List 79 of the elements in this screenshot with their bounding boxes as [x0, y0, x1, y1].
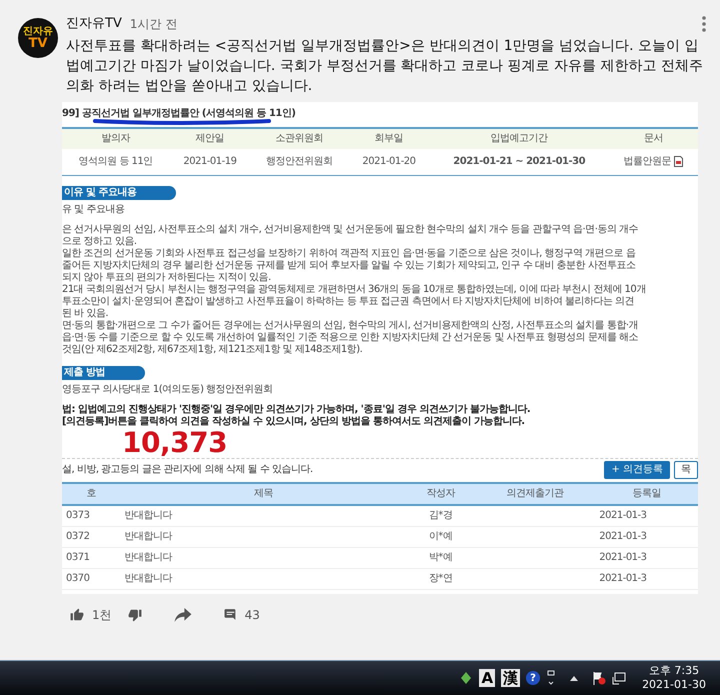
table-cell: 반대합니다 — [120, 504, 407, 526]
table-cell: 박*예 — [406, 547, 474, 568]
table-cell: 0373 — [62, 504, 120, 526]
thumbs-up-icon[interactable] — [70, 608, 84, 622]
table-cell: 2021-01-20 — [348, 148, 430, 176]
ime-mode-key[interactable]: A — [479, 669, 496, 687]
body-text-line: 으로 정하고 있음. — [62, 236, 138, 248]
body-text-line: 은 선거사무원의 선임, 사전투표소의 설치 개수, 선거비용제한액 및 선거운동에 필요한 현수막의 설치 개수 등을 관할구역 읍·면·동의 개수 — [62, 224, 640, 236]
instruction-text: [의견등록]버튼을 클릭하여 의견을 작성하실 수 있으시며, 상단의 방법을 통하여서도 의견제출이 가능합니다. — [62, 416, 526, 428]
column-header: 회부일 — [348, 128, 430, 148]
document-link[interactable]: 법률안원문 — [624, 156, 672, 167]
action-center-flag-icon[interactable] — [592, 671, 606, 685]
column-header: 발의자 — [62, 128, 170, 148]
body-text-line: 일한 조건의 선거운동 기회와 사전투표 접근성을 보장하기 위하여 객관적 지표인 읍·면·동을 기준으로 삼은 것이나, 행정구역 개편으로 읍 — [62, 248, 636, 260]
column-header: 문서 — [608, 128, 698, 148]
column-header: 작성자 — [406, 482, 474, 505]
table-cell: 2021-01-3 — [595, 568, 698, 590]
table-cell: 2021-01-3 — [595, 547, 698, 568]
address-text: 영등포구 의사당대로 1(여의도동) 행정안전위원회 — [62, 384, 274, 396]
body-text-line: 읍·면·동 수를 기준으로 할 수 있도록 개선하여 일률적인 기준 적용으로 인한 지방자치단체 간 선거운동 및 사전투표 형평성의 문제를 해소 — [62, 332, 640, 344]
thumbs-down-icon[interactable] — [128, 608, 142, 622]
handwritten-number: 10,373 — [62, 428, 698, 459]
table-cell: 반대합니다 — [120, 526, 407, 548]
column-header: 입법예고기간 — [430, 128, 609, 148]
avatar-text: TV — [28, 36, 48, 50]
clock-date[interactable]: 2021-01-30 — [642, 678, 706, 692]
table-cell: 2021-01-3 — [595, 504, 698, 526]
bill-title: 99] 공직선거법 일부개정법률안 (서영석의원 등 11인) — [62, 108, 296, 120]
column-header: 소관위원회 — [250, 128, 348, 148]
window-options-icon[interactable] — [546, 670, 556, 686]
table-cell: 장*연 — [406, 568, 474, 590]
table-cell: 김*경 — [406, 504, 474, 526]
instruction-text: 법: 입법예고의 진행상태가 '진행중'일 경우에만 의견쓰기가 가능하며, '종료'일 경우 의견쓰기가 불가능합니다. — [62, 404, 532, 416]
section-heading: 제출 방법 — [62, 366, 145, 380]
body-text-line: 되지 않아 투표의 편의가 저하된다는 지적이 있음. — [62, 272, 272, 284]
table-cell: 이*예 — [406, 526, 474, 548]
table-cell: 반대합니다 — [120, 568, 407, 590]
column-header: 등록일 — [595, 482, 698, 505]
body-text-line: 줄어든 지방자치단체의 경우 불리한 선거운동 규제를 받게 되어 후보자를 알릴 수 있는 기회가 제약되고, 인구 수 대비 충분한 사전투표소 — [62, 260, 636, 272]
body-text-line: 것임(안 제62조제2항, 제67조제1항, 제121조제1항 및 제148조제1항). — [62, 344, 364, 356]
column-header: 호 — [62, 482, 120, 505]
more-menu-icon[interactable] — [702, 16, 706, 32]
column-header: 제안일 — [169, 128, 251, 148]
comment-icon[interactable] — [224, 608, 237, 622]
body-text-line: 면·동의 통합·개편으로 그 수가 줄어든 경우에는 선거사무원의 선임, 현수막의 게시, 선거비용제한액의 산정, 사전투표소의 설치를 통합·개 — [62, 320, 640, 332]
table-cell: 2021-01-3 — [595, 526, 698, 548]
column-header: 제목 — [120, 482, 407, 505]
table-cell: 행정안전위원회 — [250, 148, 348, 176]
table-cell: 0371 — [62, 547, 120, 568]
comment-count: 43 — [244, 606, 260, 624]
clock-time[interactable]: 오후 7:35 — [642, 664, 706, 678]
list-button[interactable]: 목 — [674, 460, 698, 479]
channel-avatar[interactable]: 진자유 TV — [18, 18, 58, 58]
table-cell: 0372 — [62, 526, 120, 548]
table-cell: 2021-01-19 — [169, 148, 251, 176]
body-text-line: 투표소만이 설치·운영되어 혼잡이 발생하고 사전투표율이 하락하는 등 투표 접근권 측면에서 타 지방자치단체에 비하여 불리하다는 의견 — [62, 296, 636, 308]
help-button[interactable]: ? — [526, 671, 540, 685]
table-cell: 0370 — [62, 568, 120, 590]
post-time[interactable]: 1시간 전 — [130, 14, 178, 33]
tray-expand-icon[interactable] — [570, 675, 578, 681]
section-subheading: 유 및 주요내용 — [62, 204, 126, 216]
notice-text: 설, 비방, 광고등의 글은 관리자에 의해 삭제 될 수 있습니다. — [62, 464, 313, 476]
share-icon[interactable] — [174, 608, 192, 622]
body-text-line: 21대 국회의원선거 당시 부천시는 행정구역을 광역동체제로 개편하면서 36개의 동을 10개로 통합하였는데, 이에 따라 부천시 전체에 10개 — [62, 284, 647, 296]
channel-name[interactable]: 진자유TV — [66, 14, 122, 34]
network-gem-icon[interactable] — [459, 671, 474, 685]
network-monitor-icon[interactable] — [612, 671, 626, 685]
document-icon[interactable] — [674, 156, 684, 166]
table-cell: 2021-01-21 ~ 2021-01-30 — [430, 148, 609, 176]
table-cell: 반대합니다 — [120, 547, 407, 568]
body-text-line: 된 바 있음. — [62, 308, 110, 320]
column-header: 의견제출기관 — [474, 482, 596, 505]
like-count: 1천 — [92, 606, 112, 624]
ime-hanja-key[interactable]: 漢 — [501, 669, 520, 687]
section-heading: 이유 및 주요내용 — [62, 186, 176, 200]
table-cell: 영석의원 등 11인 — [62, 148, 170, 176]
avatar-text: 진자유 — [23, 26, 53, 36]
add-opinion-button[interactable]: + 의견등록 — [604, 460, 670, 479]
post-text: 사전투표를 확대하려는 <공직선거법 일부개정법률안>은 반대의견이 1만명을 넘었습니다. 오늘이 입법예고기간 마짐가 날이었습니다. 국회가 부정선거를 확대하고 코로나 핑계로 자유를 제한하고 전체주의화 하려는 법안을 쏟아내고 있습니다. — [66, 36, 704, 96]
